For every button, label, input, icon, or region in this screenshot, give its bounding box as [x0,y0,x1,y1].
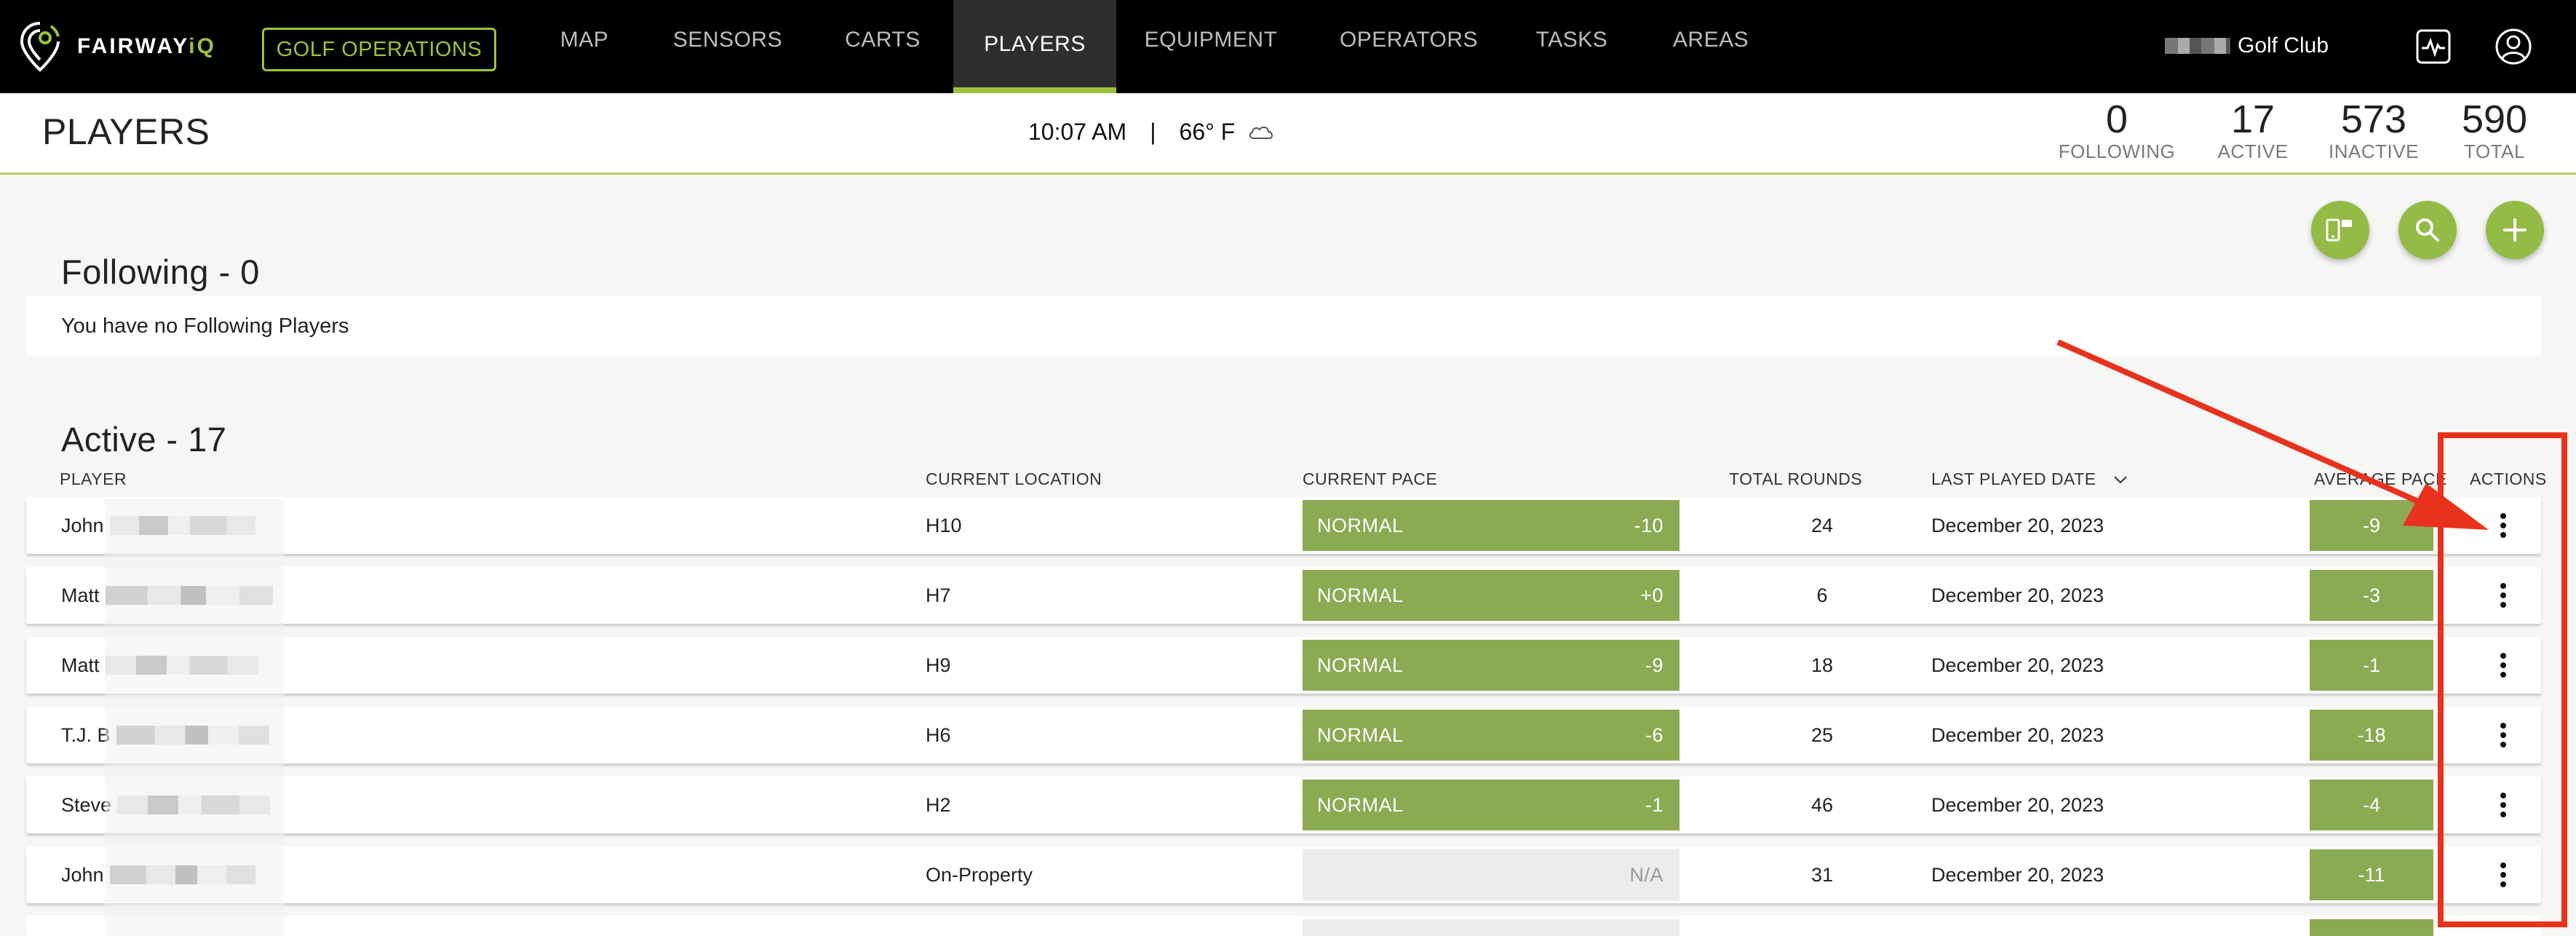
annotation-arrow-icon [2056,339,2489,530]
